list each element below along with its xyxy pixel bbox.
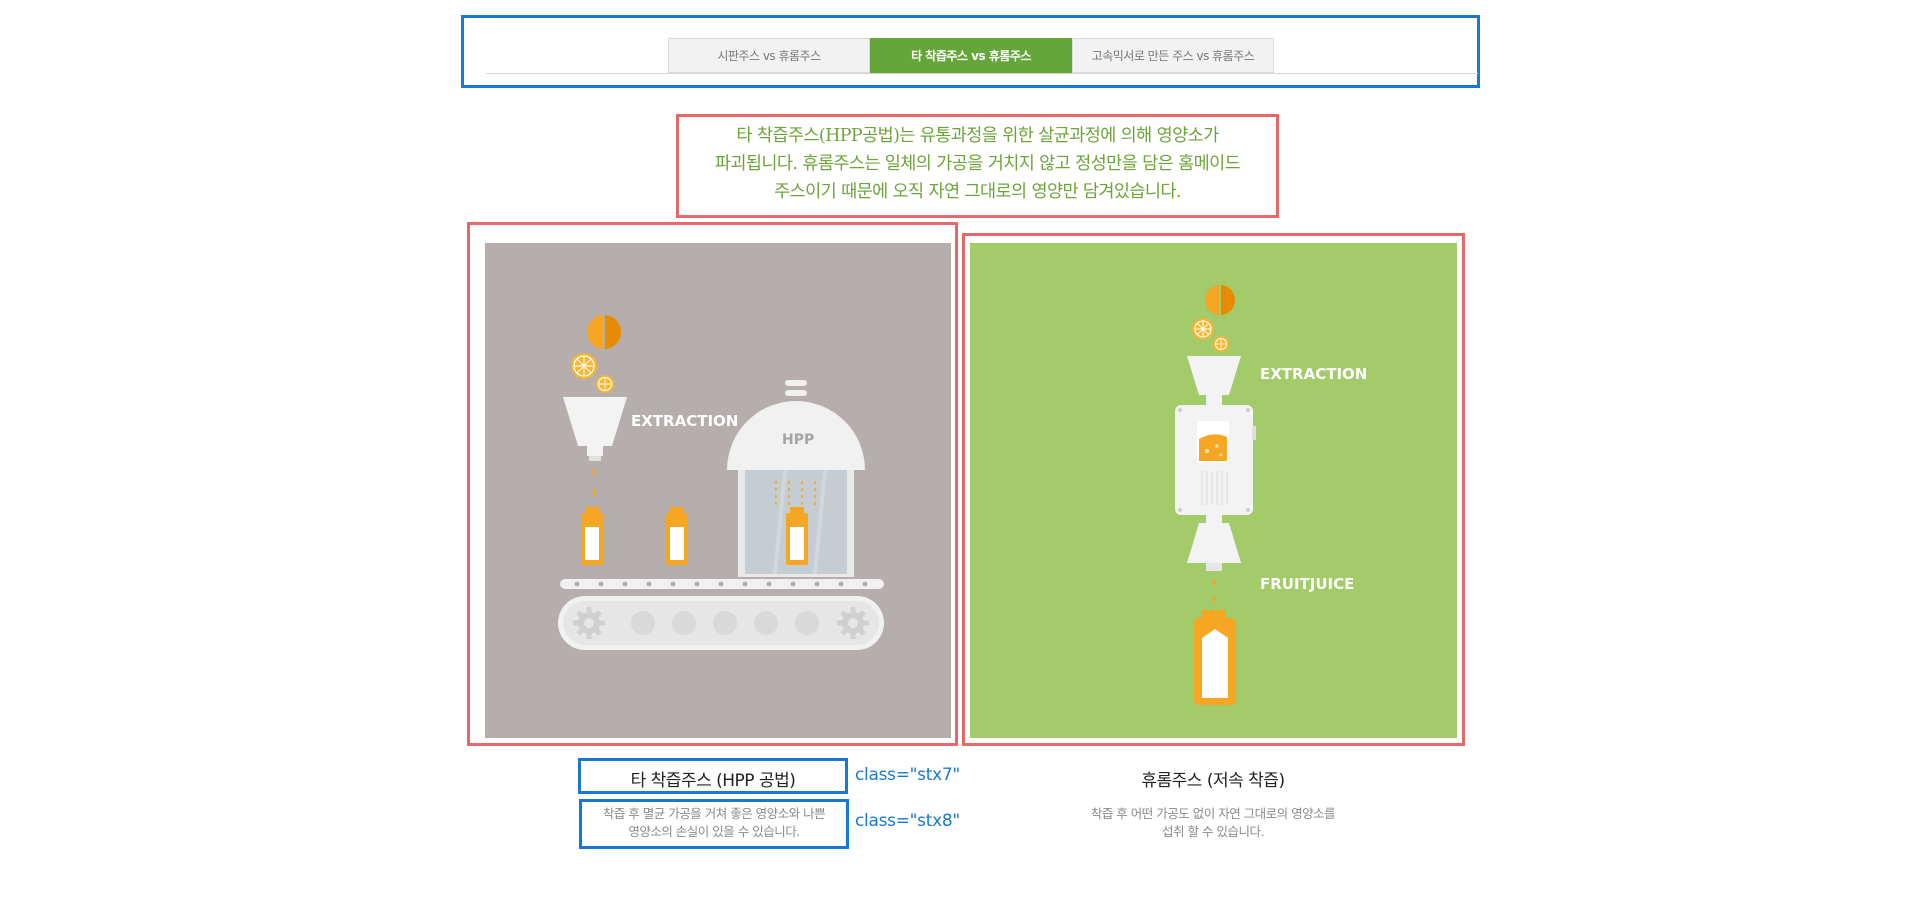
juice-bottle-icon xyxy=(1194,610,1236,705)
juice-bottle-icon xyxy=(666,507,688,565)
extraction-funnel-icon xyxy=(563,397,627,461)
hurom-process-illustration: EXTRACTION FRUITJUICE xyxy=(970,243,1457,738)
right-caption-title: 휴롬주스 (저속 착즙) xyxy=(1141,771,1285,791)
tab-blender-juice[interactable]: 고속믹서로 만든 주스 vs 휴롬주스 xyxy=(1072,38,1274,73)
orange-slice-icon xyxy=(571,353,597,379)
right-caption-desc: 착즙 후 어떤 가공도 없이 자연 그대로의 영양소를 섭취 할 수 있습니다. xyxy=(1043,805,1383,841)
tab-market-juice[interactable]: 시판주스 vs 휴롬주스 xyxy=(668,38,870,73)
left-caption-desc: 착즙 후 멸균 가공을 거쳐 좋은 영양소와 나쁜 영양소의 손실이 있을 수 … xyxy=(582,805,846,841)
tab-other-cold-pressed[interactable]: 타 착즙주스 vs 휴롬주스 xyxy=(870,38,1072,73)
left-caption-desc-line-1: 착즙 후 멸균 가공을 거쳐 좋은 영양소와 나쁜 xyxy=(602,806,826,821)
right-caption-desc-line-1: 착즙 후 어떤 가공도 없이 자연 그대로의 영양소를 xyxy=(1090,806,1336,821)
hpp-process-svg: EXTRACTION HPP xyxy=(558,315,884,650)
headline-text: 타 착즙주스(HPP공법)는 유통과정을 위한 살균과정에 의해 영양소가 파괴… xyxy=(680,122,1275,206)
fruitjuice-label: FRUITJUICE xyxy=(1260,575,1354,593)
juice-bottle-icon xyxy=(786,507,808,565)
right-caption-desc-line-2: 섭취 할 수 있습니다. xyxy=(1162,824,1264,839)
stx7-annotation: class="stx7" xyxy=(855,765,960,785)
juice-bottle-icon xyxy=(581,507,603,565)
hpp-process-illustration: EXTRACTION HPP xyxy=(485,243,951,738)
headline-line-1: 타 착즙주스(HPP공법)는 유통과정을 위한 살균과정에 의해 영양소가 xyxy=(736,126,1219,146)
orange-slice-small-icon xyxy=(1213,336,1229,352)
left-caption-title: 타 착즙주스 (HPP 공법) xyxy=(630,771,796,791)
headline-line-3: 주스이기 때문에 오직 자연 그대로의 영양만 담겨있습니다. xyxy=(774,182,1181,202)
orange-slice-icon xyxy=(1192,318,1214,340)
hpp-label: HPP xyxy=(782,432,814,448)
left-extraction-label: EXTRACTION xyxy=(631,412,738,430)
orange-icon xyxy=(1205,285,1235,315)
conveyor-belt-icon xyxy=(558,579,884,650)
juice-drop-icon xyxy=(1212,578,1216,603)
right-extraction-label: EXTRACTION xyxy=(1260,365,1367,383)
orange-icon xyxy=(587,315,621,349)
juice-drop-icon xyxy=(592,468,596,496)
slow-juicer-icon xyxy=(1175,356,1256,571)
stx8-annotation: class="stx8" xyxy=(855,811,960,831)
left-caption-desc-line-2: 영양소의 손실이 있을 수 있습니다. xyxy=(628,824,800,839)
orange-slice-small-icon xyxy=(596,375,614,393)
headline-line-2: 파괴됩니다. 휴롬주스는 일체의 가공을 거치지 않고 정성만을 담은 홈메이드 xyxy=(714,154,1241,174)
hurom-process-svg: EXTRACTION FRUITJUICE xyxy=(1175,285,1367,705)
